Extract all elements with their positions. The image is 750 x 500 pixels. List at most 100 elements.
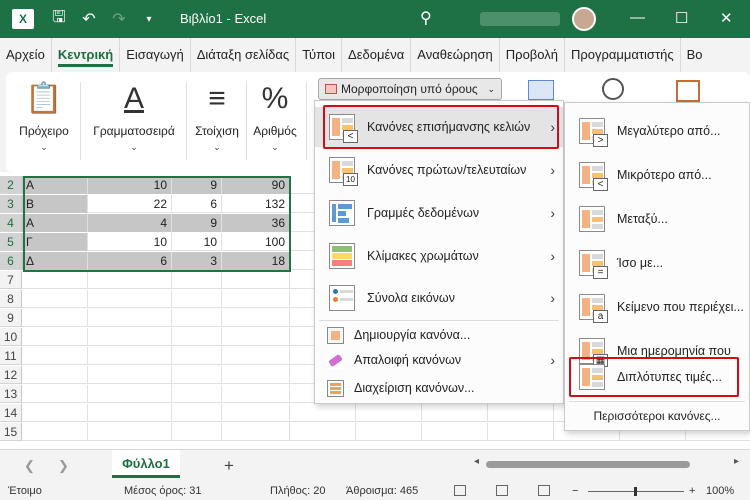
menu-icon-sets[interactable]: Σύνολα εικόνων › xyxy=(315,278,563,318)
cell-empty[interactable] xyxy=(22,366,88,384)
cell-empty[interactable] xyxy=(172,385,222,403)
cell-a[interactable]: Γ xyxy=(22,233,88,251)
cell-empty[interactable] xyxy=(22,385,88,403)
tab-insert[interactable]: Εισαγωγή xyxy=(120,38,191,72)
cell-b[interactable]: 10 xyxy=(88,233,172,251)
cell-empty[interactable] xyxy=(22,309,88,327)
menu-data-bars[interactable]: Γραμμές δεδομένων › xyxy=(315,193,563,233)
cell-empty[interactable] xyxy=(22,290,88,308)
sheet-tab[interactable]: Φύλλο1 xyxy=(112,450,180,478)
menu-color-scales[interactable]: Κλίμακες χρωμάτων › xyxy=(315,236,563,276)
cell-empty[interactable] xyxy=(222,385,290,403)
cell-empty[interactable] xyxy=(172,328,222,346)
row-header[interactable]: 11 xyxy=(0,347,22,365)
cell-empty[interactable] xyxy=(356,423,422,441)
cell-empty[interactable] xyxy=(88,347,172,365)
cell-empty[interactable] xyxy=(172,366,222,384)
cell-empty[interactable] xyxy=(356,404,422,422)
cell-empty[interactable] xyxy=(172,347,222,365)
search-icon[interactable]: ⚲ xyxy=(420,8,432,28)
cell-c[interactable]: 3 xyxy=(172,252,222,270)
normal-view-icon[interactable] xyxy=(454,485,466,496)
cell-empty[interactable] xyxy=(222,423,290,441)
format-as-table-icon[interactable] xyxy=(528,80,554,100)
tab-formulas[interactable]: Τύποι xyxy=(296,38,343,72)
cell-empty[interactable] xyxy=(222,366,290,384)
cell-b[interactable]: 10 xyxy=(88,176,172,194)
font-group[interactable]: A Γραμματοσειρά ⌄ xyxy=(86,80,182,153)
tab-home[interactable]: Κεντρική xyxy=(52,38,121,72)
cell-empty[interactable] xyxy=(172,290,222,308)
cell-b[interactable]: 22 xyxy=(88,195,172,213)
undo-icon[interactable]: ↶ xyxy=(74,9,104,29)
close-icon[interactable]: ✕ xyxy=(720,9,733,27)
row-header[interactable]: 8 xyxy=(0,290,22,308)
row-header[interactable]: 4 xyxy=(0,214,22,232)
zoom-out-icon[interactable]: − xyxy=(572,485,578,497)
cell-d[interactable]: 132 xyxy=(222,195,290,213)
menu-between[interactable]: Μεταξύ... xyxy=(565,197,749,241)
cell-empty[interactable] xyxy=(222,290,290,308)
tab-data[interactable]: Δεδομένα xyxy=(342,38,412,72)
cell-empty[interactable] xyxy=(88,271,172,289)
cell-empty[interactable] xyxy=(290,423,356,441)
tab-file[interactable]: Αρχείο xyxy=(0,38,52,72)
cell-empty[interactable] xyxy=(88,385,172,403)
menu-more-rules[interactable]: Περισσότεροι κανόνες... xyxy=(565,409,749,423)
horizontal-scrollbar[interactable] xyxy=(486,461,690,468)
row-header[interactable]: 3 xyxy=(0,195,22,213)
cell-c[interactable]: 10 xyxy=(172,233,222,251)
cell-a[interactable]: A xyxy=(22,214,88,232)
page-layout-view-icon[interactable] xyxy=(496,485,508,496)
cell-empty[interactable] xyxy=(22,423,88,441)
cell-empty[interactable] xyxy=(222,347,290,365)
cell-empty[interactable] xyxy=(88,290,172,308)
cell-a[interactable]: B xyxy=(22,195,88,213)
tab-more[interactable]: Βο xyxy=(681,38,709,72)
add-ins-icon[interactable] xyxy=(676,80,700,102)
tab-view[interactable]: Προβολή xyxy=(500,38,565,72)
cell-empty[interactable] xyxy=(488,423,554,441)
cell-b[interactable]: 4 xyxy=(88,214,172,232)
menu-new-rule[interactable]: Δημιουργία κανόνα... xyxy=(315,323,563,347)
customize-quick-access-icon[interactable]: ▾ xyxy=(134,14,164,25)
find-select-icon[interactable] xyxy=(602,78,624,100)
cell-c[interactable]: 9 xyxy=(172,214,222,232)
cell-d[interactable]: 36 xyxy=(222,214,290,232)
cell-c[interactable]: 9 xyxy=(172,176,222,194)
zoom-in-icon[interactable]: + xyxy=(689,485,695,497)
cell-b[interactable]: 6 xyxy=(88,252,172,270)
minimize-icon[interactable]: — xyxy=(630,9,645,26)
row-header[interactable]: 14 xyxy=(0,404,22,422)
row-header[interactable]: 2 xyxy=(0,176,22,194)
cell-empty[interactable] xyxy=(172,271,222,289)
cell-empty[interactable] xyxy=(22,271,88,289)
cell-empty[interactable] xyxy=(422,404,488,422)
zoom-level[interactable]: 100% xyxy=(706,485,734,497)
redo-icon[interactable]: ↷ xyxy=(104,9,134,29)
number-group[interactable]: % Αριθμός ⌄ xyxy=(250,80,300,153)
conditional-formatting-button[interactable]: Μορφοποίηση υπό όρους ⌄ xyxy=(318,78,502,100)
cell-empty[interactable] xyxy=(222,309,290,327)
avatar[interactable] xyxy=(572,7,596,31)
prev-sheet-icon[interactable]: ❮ xyxy=(24,458,35,474)
scroll-right-icon[interactable]: ▸ xyxy=(734,456,739,467)
cell-empty[interactable] xyxy=(222,404,290,422)
cell-empty[interactable] xyxy=(88,328,172,346)
cell-d[interactable]: 18 xyxy=(222,252,290,270)
zoom-slider-handle[interactable] xyxy=(634,487,637,496)
cell-empty[interactable] xyxy=(488,404,554,422)
cell-empty[interactable] xyxy=(88,404,172,422)
menu-less-than[interactable]: < Μικρότερο από... xyxy=(565,153,749,197)
page-break-view-icon[interactable] xyxy=(538,485,550,496)
cell-empty[interactable] xyxy=(22,328,88,346)
cell-empty[interactable] xyxy=(222,271,290,289)
menu-top-bottom-rules[interactable]: 10 Κανόνες πρώτων/τελευταίων › xyxy=(315,150,563,190)
cell-empty[interactable] xyxy=(172,423,222,441)
save-icon[interactable]: 🖫 xyxy=(44,6,74,33)
row-header[interactable]: 9 xyxy=(0,309,22,327)
cell-empty[interactable] xyxy=(422,423,488,441)
cell-empty[interactable] xyxy=(290,404,356,422)
tab-review[interactable]: Αναθεώρηση xyxy=(411,38,500,72)
maximize-icon[interactable]: ☐ xyxy=(675,9,688,27)
